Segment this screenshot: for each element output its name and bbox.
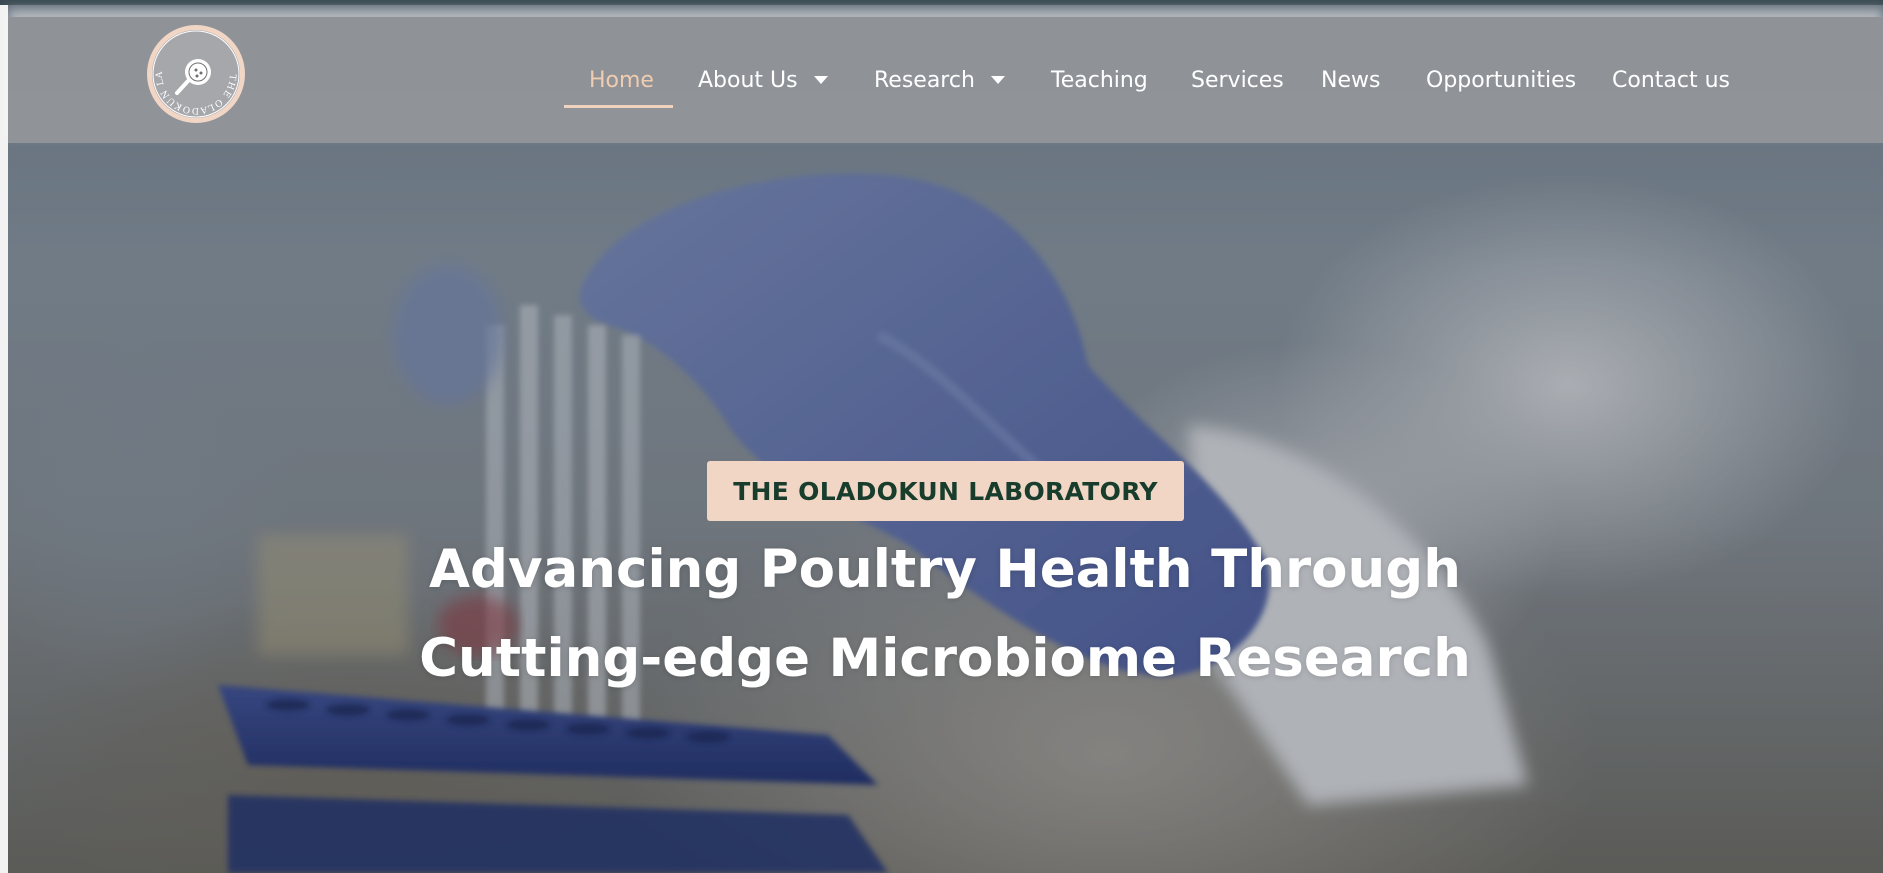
nav-home-label: Home [589, 67, 654, 93]
nav-teaching[interactable]: Teaching [1051, 60, 1148, 100]
nav-teaching-label: Teaching [1051, 67, 1148, 93]
nav-news-label: News [1321, 67, 1381, 93]
headline-line-2: Cutting-edge Microbiome Research [419, 628, 1471, 689]
lab-name-badge: THE OLADOKUN LABORATORY [707, 461, 1184, 521]
nav-opportunities[interactable]: Opportunities [1426, 60, 1576, 100]
chevron-down-icon [813, 76, 828, 84]
left-edge [0, 5, 8, 873]
site-header: THE OLADOKUN LABORATORY Home About Us Re… [8, 17, 1883, 143]
hero-headline: Advancing Poultry Health Through Cutting… [400, 525, 1490, 703]
nav-contact-us[interactable]: Contact us [1612, 60, 1730, 100]
chevron-down-icon [990, 76, 1005, 84]
nav-about-us-label: About Us [698, 67, 798, 93]
nav-home[interactable]: Home [589, 60, 654, 100]
main-navigation: Home About Us Research Teaching Services… [8, 17, 1883, 143]
nav-research[interactable]: Research [874, 60, 1005, 100]
nav-contact-us-label: Contact us [1612, 67, 1730, 93]
badge-text: THE OLADOKUN LABORATORY [733, 476, 1158, 506]
nav-news[interactable]: News [1321, 60, 1380, 100]
nav-services-label: Services [1191, 67, 1284, 93]
headline-line-1: Advancing Poultry Health Through [429, 539, 1461, 600]
nav-services[interactable]: Services [1191, 60, 1284, 100]
nav-about-us[interactable]: About Us [698, 60, 828, 100]
active-nav-underline [564, 105, 673, 108]
nav-opportunities-label: Opportunities [1426, 67, 1577, 93]
nav-research-label: Research [874, 67, 975, 93]
